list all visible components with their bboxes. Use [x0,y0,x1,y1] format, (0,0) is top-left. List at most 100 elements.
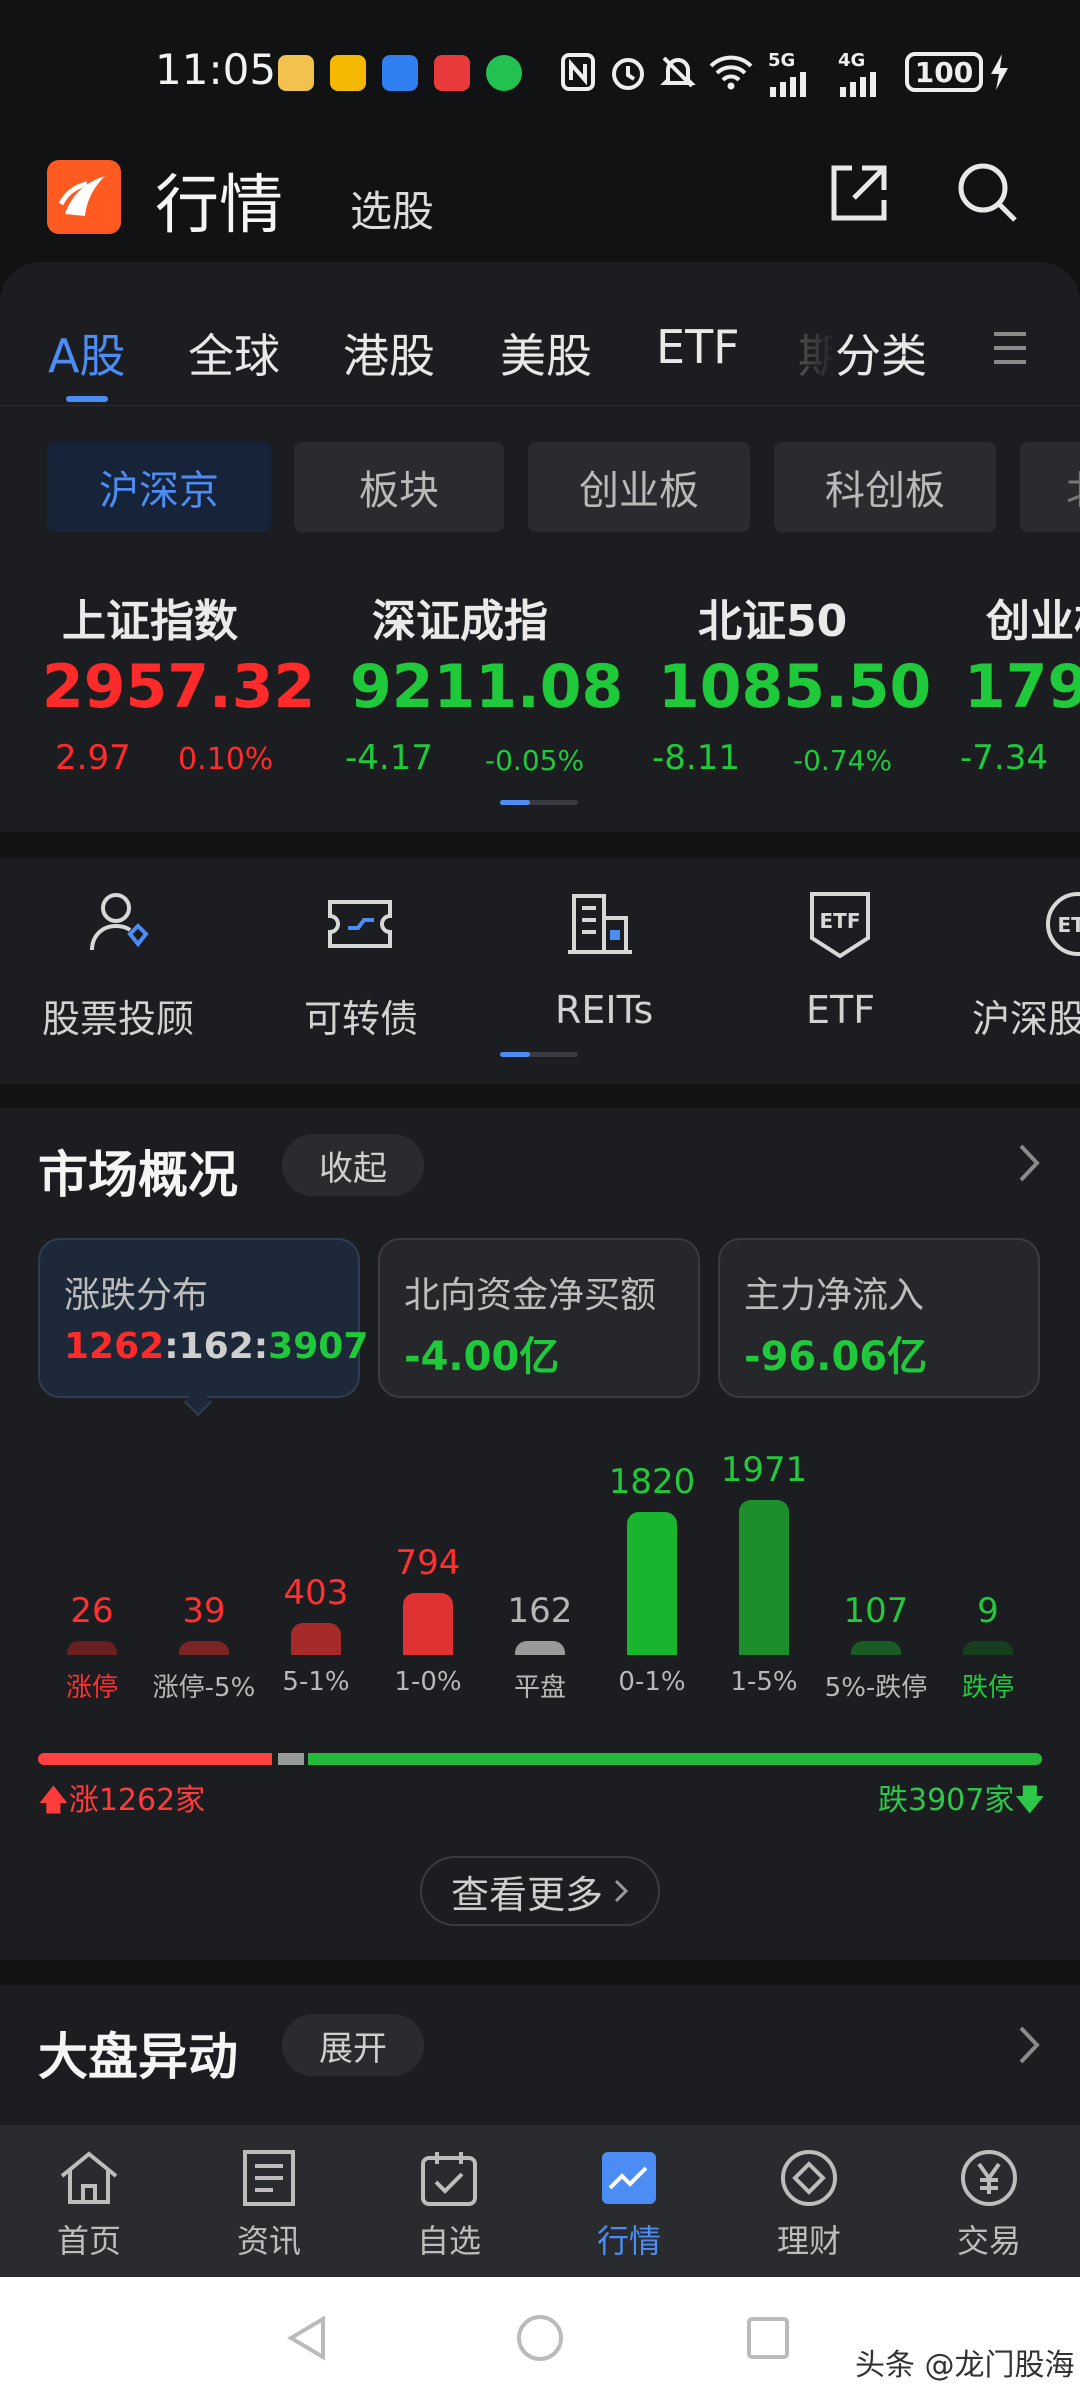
ratio-sep: : [164,1326,179,1367]
nav-news[interactable]: 资讯 [209,2148,329,2262]
mute-bell-icon [658,52,698,92]
distribution-bar [963,1641,1013,1655]
distribution-count: 26 [70,1591,114,1631]
chip-chinext[interactable]: 创业板 [528,442,750,532]
nav-market[interactable]: 行情 [569,2148,689,2262]
distribution-bar [627,1511,677,1655]
stat-ratio: 1262:162:3907 [64,1326,368,1367]
stat-northbound-flow[interactable]: 北向资金净买额 -4.00亿 [378,1238,700,1398]
building-icon [564,888,636,960]
view-more-button[interactable]: 查看更多 [420,1856,660,1926]
collapse-button[interactable]: 收起 [282,1134,424,1196]
distribution-bar [515,1641,565,1655]
system-home-icon[interactable] [515,2313,565,2363]
nav-label: 行情 [596,2222,661,2260]
chevron-right-icon [614,1879,629,1903]
distribution-label: 1-5% [730,1667,798,1697]
view-more-label: 查看更多 [450,1872,603,1917]
distribution-label: 平盘 [513,1673,566,1703]
shortcut-label: 沪深股 [972,997,1080,1040]
svg-text:ETF: ETF [820,909,861,933]
distribution-bar [403,1592,453,1655]
tab-us[interactable]: 美股 [500,320,592,386]
nav-wealth[interactable]: 理财 [749,2148,869,2262]
distribution-count: 403 [283,1573,349,1614]
stat-rise-fall-distribution[interactable]: 涨跌分布 1262:162:3907 [38,1238,368,1398]
index-name: 上证指数 [62,596,238,647]
index-change-pct: 0.10% [178,742,274,777]
nav-label: 理财 [776,2222,841,2260]
share-icon[interactable] [826,162,890,226]
down-count: 跌3907家🡇 [878,1775,1045,1829]
bottom-nav [0,2125,1080,2277]
stat-value: -4.00亿 [404,1334,560,1380]
tab-category[interactable]: 分类 [835,320,927,386]
battery-icon: 100 [905,52,983,92]
market-moves-chevron-right-icon[interactable] [1015,2020,1045,2070]
index-value: 9211.08 [350,652,624,722]
ratio-down: 3907 [268,1326,369,1367]
expand-button[interactable]: 展开 [282,2014,424,2076]
notification-app-icon [278,55,314,91]
distribution-count: 162 [507,1591,573,1631]
index-card-chinext[interactable]: 创业板 1794 -7.34 [960,575,1080,785]
distribution-bar [851,1641,901,1655]
tab-active-indicator [66,396,108,402]
battery-level: 100 [914,55,974,89]
stock-picker-link[interactable]: 选股 [350,178,434,239]
ratio-up: 1262 [64,1326,165,1367]
market-overview-chevron-right-icon[interactable] [1015,1138,1045,1188]
distribution-count: 1971 [720,1450,808,1490]
system-back-icon[interactable] [285,2313,329,2363]
distribution-label: 5-1% [282,1667,350,1697]
progress-down-segment [308,1753,1042,1765]
page-title: 行情 [155,169,283,243]
distribution-count: 9 [977,1591,999,1631]
search-icon[interactable] [955,160,1021,226]
notification-app-icon-2 [382,55,418,91]
market-overview-title: 市场概况 [38,1146,238,1204]
mail-icon [330,55,366,91]
alarm-icon [608,52,648,92]
tab-global[interactable]: 全球 [188,320,280,386]
shortcut-label: REITs [555,988,654,1032]
tab-a-share[interactable]: A股 [48,320,125,386]
tab-etf[interactable]: ETF [656,320,740,374]
shortcut-hushen-etf[interactable]: ETF 沪深股 [960,880,1080,1040]
index-value: 1794 [964,652,1080,722]
chip-sector[interactable]: 板块 [294,442,504,532]
tab-hk[interactable]: 港股 [343,320,435,386]
index-change-pct: -0.05% [485,744,585,777]
stat-main-net-inflow[interactable]: 主力净流入 -96.06亿 [718,1238,1040,1398]
system-recents-icon[interactable] [745,2315,791,2361]
index-name: 创业板 [986,596,1080,647]
index-name: 北证50 [698,596,848,647]
distribution-label: 涨停 [65,1673,118,1703]
index-change: 2.97 [55,738,131,778]
distribution-bar [739,1500,789,1655]
nav-trade[interactable]: 交易 [929,2148,1049,2262]
menu-icon[interactable] [990,328,1030,368]
chip-hushenjing[interactable]: 沪深京 [47,442,271,532]
chip-star-market[interactable]: 科创板 [774,442,996,532]
nav-label: 交易 [956,2222,1021,2260]
nav-watchlist[interactable]: 自选 [389,2148,509,2262]
charging-icon [988,52,1010,92]
nav-label: 自选 [416,2222,481,2260]
up-count: 🡅涨1262家 [38,1775,205,1829]
distribution-count: 794 [395,1542,461,1583]
index-change: -7.34 [960,738,1048,778]
status-time: 11:05 [155,45,277,94]
distribution-chart: 26 涨停 39 涨停-5% 403 5-1% 794 1-0% 162 平盘 1820 0-1% 19… [0,1430,1080,1720]
index-name: 深证成指 [372,596,548,647]
notification-app-icon-3 [434,55,470,91]
distribution-label: 涨停-5% [152,1673,256,1703]
market-moves-title: 大盘异动 [38,2028,238,2086]
progress-flat-segment [277,1753,305,1765]
chip-bse-partial[interactable]: 北 [1020,442,1080,532]
nav-home[interactable]: 首页 [29,2148,149,2262]
distribution-count: 39 [182,1591,226,1631]
stat-label: 主力净流入 [744,1275,925,1316]
shortcut-label: 可转债 [304,997,419,1041]
index-change: -8.11 [652,738,740,778]
